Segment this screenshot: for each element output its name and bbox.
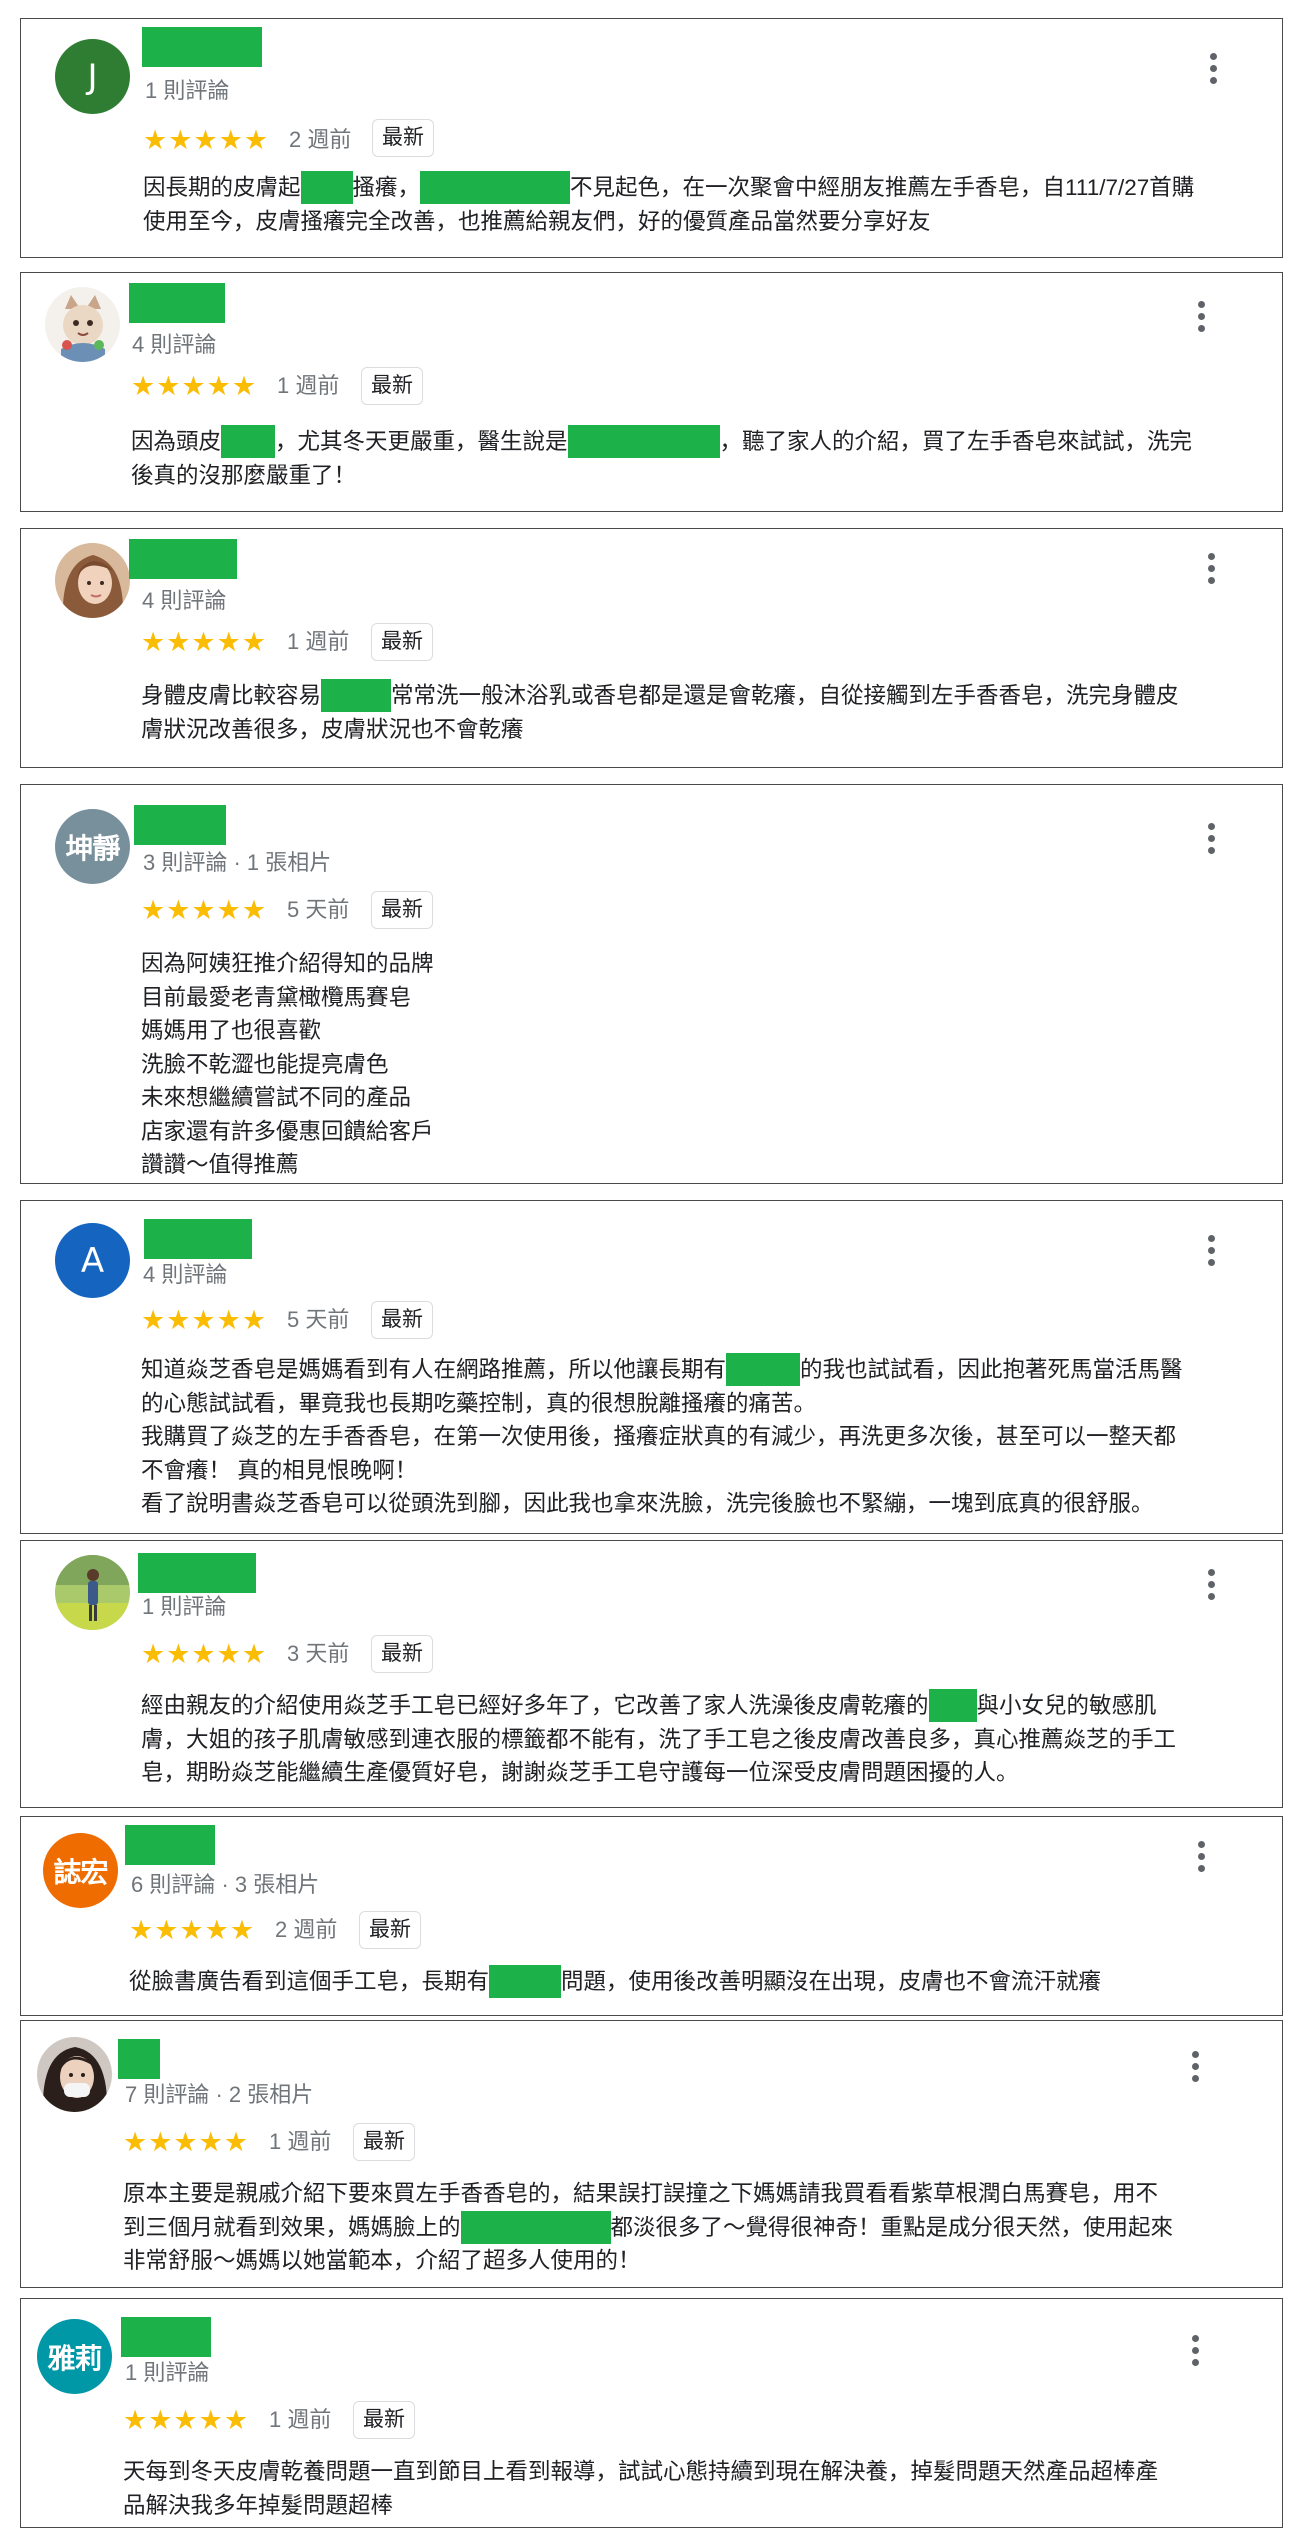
review-count: 3 則評論 · 1 張相片 (143, 850, 332, 875)
reviewer-name-redacted[interactable] (142, 27, 262, 67)
review-time: 1 週前 (287, 629, 350, 654)
newest-badge: 最新 (353, 2401, 415, 2439)
redacted-block (567, 425, 720, 458)
star-rating: ★★★★★ (123, 2127, 250, 2157)
review-card: 4 則評論 ★★★★★ 1 週前 最新 因為頭皮 ，尤其冬天更嚴重，醫生說是 ，聽了… (20, 272, 1283, 512)
avatar[interactable]: 誌宏 (43, 1833, 118, 1908)
reviewer-name-redacted[interactable] (121, 2317, 211, 2357)
review-count: 1 則評論 (145, 78, 230, 103)
more-options-icon[interactable] (1191, 297, 1213, 337)
avatar[interactable]: 雅莉 (37, 2319, 112, 2394)
review-count: 4 則評論 (142, 588, 227, 613)
review-text: 因為頭皮 ，尤其冬天更嚴重，醫生說是 ，聽了家人的介紹，買了左手香皂來試試，洗完 後… (131, 425, 1192, 492)
reviewer-name-redacted[interactable] (138, 1553, 256, 1593)
newest-badge: 最新 (359, 1911, 421, 1949)
review-time: 5 天前 (287, 1307, 350, 1332)
review-card: A 4 則評論 ★★★★★ 5 天前 最新 知道焱芝香皂是媽媽看到有人在網路推薦… (20, 1200, 1283, 1534)
redacted-block (300, 171, 353, 204)
star-rating: ★★★★★ (141, 627, 268, 657)
review-card: J 1 則評論 ★★★★★ 2 週前 最新 因長期的皮膚起 搔癢， 不見起色，在一次… (20, 18, 1283, 258)
star-rating: ★★★★★ (143, 125, 270, 155)
redacted-block (928, 1689, 977, 1722)
review-text: 因長期的皮膚起 搔癢， 不見起色，在一次聚會中經朋友推薦左手香皂，自111/7/27… (143, 171, 1194, 238)
review-time: 1 週前 (269, 2129, 332, 2154)
review-time: 2 週前 (275, 1917, 338, 1942)
newest-badge: 最新 (353, 2123, 415, 2161)
newest-badge: 最新 (372, 119, 434, 157)
review-card: 誌宏 6 則評論 · 3 張相片 ★★★★★ 2 週前 最新 從臉書廣告看到這個… (20, 1816, 1283, 2016)
review-text: 身體皮膚比較容易 常常洗一般沐浴乳或香皂都是還是會乾癢，自從接觸到左手香香皂，洗完… (141, 679, 1179, 746)
review-time: 2 週前 (289, 127, 352, 152)
reviewer-name-redacted[interactable] (118, 2039, 160, 2079)
redacted-block (460, 2210, 611, 2244)
more-options-icon[interactable] (1191, 1837, 1213, 1877)
review-time: 1 週前 (269, 2407, 332, 2432)
review-count: 4 則評論 (143, 1262, 228, 1287)
masked-woman-avatar[interactable] (37, 2037, 112, 2112)
avatar[interactable]: A (55, 1223, 130, 1298)
more-options-icon[interactable] (1201, 819, 1223, 859)
review-count: 6 則評論 · 3 張相片 (131, 1872, 320, 1897)
review-count: 7 則評論 · 2 張相片 (125, 2082, 314, 2107)
review-card: 1 則評論 ★★★★★ 3 天前 最新 經由親友的介紹使用焱芝手工皂已經好多年了… (20, 1540, 1283, 1808)
review-text: 經由親友的介紹使用焱芝手工皂已經好多年了，它改善了家人洗澡後皮膚乾癢的 與小女兒的… (141, 1689, 1176, 1790)
review-card: 4 則評論 ★★★★★ 1 週前 最新 身體皮膚比較容易 常常洗一般沐浴乳或香皂都… (20, 528, 1283, 768)
woman-portrait-avatar[interactable] (55, 543, 130, 618)
star-rating: ★★★★★ (141, 1639, 268, 1669)
reviewer-name-redacted[interactable] (125, 1825, 215, 1865)
star-rating: ★★★★★ (141, 1305, 268, 1335)
review-card: 7 則評論 · 2 張相片 ★★★★★ 1 週前 最新 原本主要是親戚介紹下要來… (20, 2020, 1283, 2288)
more-options-icon[interactable] (1203, 49, 1225, 89)
review-time: 1 週前 (277, 373, 340, 398)
reviewer-name-redacted[interactable] (134, 805, 226, 845)
star-rating: ★★★★★ (123, 2405, 250, 2435)
star-rating: ★★★★★ (129, 1915, 256, 1945)
redacted-block (420, 171, 571, 204)
review-count: 1 則評論 (142, 1594, 227, 1619)
redacted-block (321, 679, 392, 712)
review-count: 4 則評論 (132, 332, 217, 357)
avatar[interactable]: 坤靜 (55, 809, 130, 884)
person-outdoor-avatar[interactable] (55, 1555, 130, 1630)
more-options-icon[interactable] (1185, 2047, 1207, 2087)
review-card: 坤靜 3 則評論 · 1 張相片 ★★★★★ 5 天前 最新 因為阿姨狂推介紹得… (20, 784, 1283, 1184)
review-card: 雅莉 1 則評論 ★★★★★ 1 週前 最新 天每到冬天皮膚乾養問題一直到節目上… (20, 2298, 1283, 2528)
review-time: 3 天前 (287, 1641, 350, 1666)
review-time: 5 天前 (287, 897, 350, 922)
more-options-icon[interactable] (1201, 549, 1223, 589)
review-text: 從臉書廣告看到這個手工皂，長期有 問題，使用後改善明顯沒在出現，皮膚也不會流汗就癢 (129, 1965, 1101, 1999)
cat-figure-avatar[interactable] (45, 287, 120, 362)
review-text: 原本主要是親戚介紹下要來買左手香香皂的，結果誤打誤撞之下媽媽請我買看看紫草根潤白… (123, 2181, 1174, 2273)
reviewer-name-redacted[interactable] (129, 283, 225, 323)
review-text: 知道焱芝香皂是媽媽看到有人在網路推薦，所以他讓長期有 的我也試試看，因此抱著死馬當… (141, 1353, 1183, 1521)
review-text: 天每到冬天皮膚乾養問題一直到節目上看到報導，試試心態持續到現在解決養，掉髮問題天… (123, 2459, 1159, 2518)
newest-badge: 最新 (371, 891, 433, 929)
reviewer-name-redacted[interactable] (129, 539, 237, 579)
more-options-icon[interactable] (1185, 2331, 1207, 2371)
newest-badge: 最新 (371, 623, 433, 661)
newest-badge: 最新 (361, 367, 423, 405)
redacted-block (221, 425, 276, 458)
star-rating: ★★★★★ (131, 371, 258, 401)
avatar[interactable]: J (55, 39, 130, 114)
newest-badge: 最新 (371, 1301, 433, 1339)
reviewer-name-redacted[interactable] (144, 1219, 252, 1259)
review-text: 因為阿姨狂推介紹得知的品牌 目前最愛老青黛橄欖馬賽皂 媽媽用了也很喜歡 洗臉不乾… (141, 951, 434, 1177)
star-rating: ★★★★★ (141, 895, 268, 925)
more-options-icon[interactable] (1201, 1231, 1223, 1271)
redacted-block (489, 1965, 562, 1998)
redacted-block (726, 1353, 801, 1386)
more-options-icon[interactable] (1201, 1565, 1223, 1605)
newest-badge: 最新 (371, 1635, 433, 1673)
review-count: 1 則評論 (125, 2360, 210, 2385)
